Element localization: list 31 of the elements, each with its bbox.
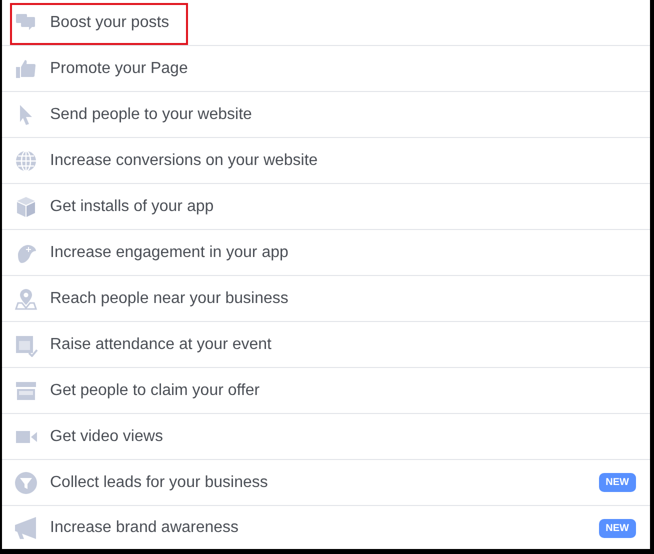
objective-label: Raise attendance at your event <box>50 336 272 354</box>
objective-label: Collect leads for your business <box>50 474 268 492</box>
objective-item[interactable]: Boost your posts <box>2 0 650 46</box>
objective-item[interactable]: Get installs of your app <box>2 184 650 230</box>
objective-label: Increase brand awareness <box>50 519 239 537</box>
objective-label: Boost your posts <box>50 14 170 32</box>
globe-icon <box>14 148 38 172</box>
objective-item[interactable]: Collect leads for your business NEW <box>2 460 650 506</box>
objective-label: Increase conversions on your website <box>50 152 318 170</box>
new-badge: NEW <box>598 473 636 492</box>
megaphone-icon <box>14 516 38 540</box>
objective-item[interactable]: Get video views <box>2 414 650 460</box>
cube-icon <box>14 194 38 218</box>
objective-item[interactable]: Increase conversions on your website <box>2 138 650 184</box>
objective-label: Promote your Page <box>50 60 188 78</box>
objective-label: Get people to claim your offer <box>50 382 260 400</box>
objective-item[interactable]: Increase engagement in your app <box>2 230 650 276</box>
objective-item[interactable]: Increase brand awareness NEW <box>2 506 650 550</box>
funnel-icon <box>14 470 38 494</box>
location-pin-icon <box>14 286 38 310</box>
objective-label: Send people to your website <box>50 106 252 124</box>
objective-label: Get video views <box>50 428 163 446</box>
objective-item[interactable]: Promote your Page <box>2 46 650 92</box>
objective-label: Get installs of your app <box>50 198 214 216</box>
objective-item[interactable]: Reach people near your business <box>2 276 650 322</box>
objective-label: Reach people near your business <box>50 290 288 308</box>
objective-item[interactable]: Raise attendance at your event <box>2 322 650 368</box>
objective-label: Increase engagement in your app <box>50 244 288 262</box>
new-badge: NEW <box>598 518 636 538</box>
objective-item[interactable]: Send people to your website <box>2 92 650 138</box>
objective-item[interactable]: Get people to claim your offer <box>2 368 650 414</box>
